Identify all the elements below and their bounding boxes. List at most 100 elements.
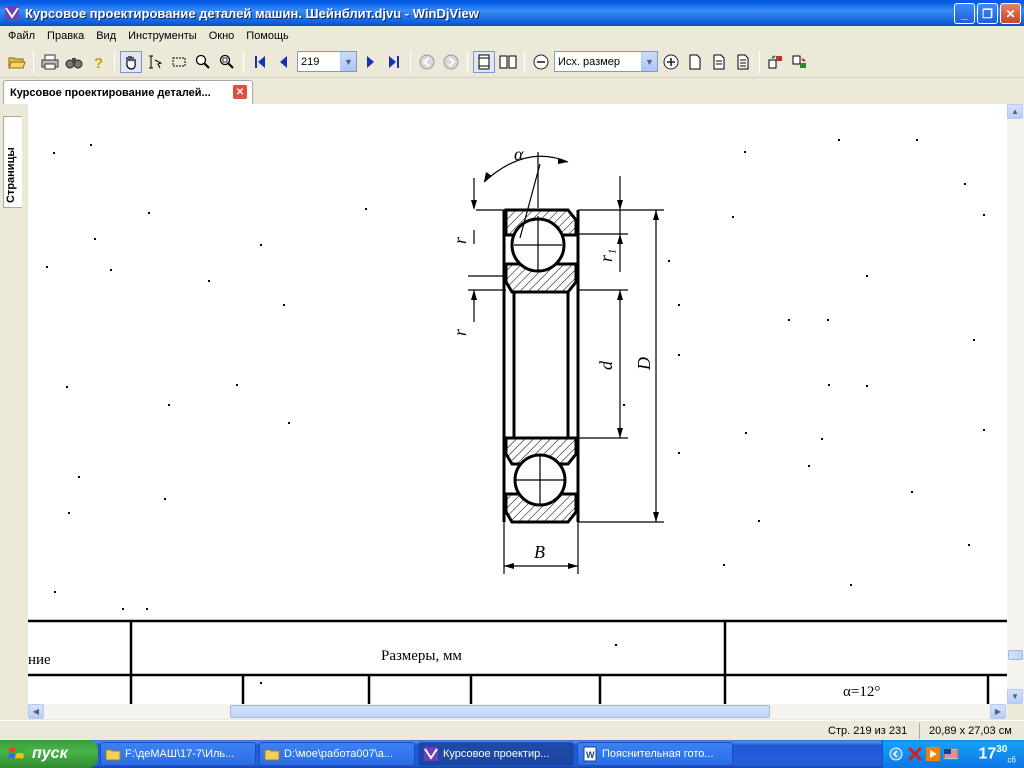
alpha-label: α: [514, 144, 524, 164]
prev-page-icon[interactable]: [273, 51, 295, 73]
menu-help[interactable]: Помощь: [240, 30, 295, 42]
last-page-icon[interactable]: [383, 51, 405, 73]
open-folder-icon[interactable]: [6, 51, 28, 73]
menu-view[interactable]: Вид: [90, 30, 122, 42]
taskbar-item-label: F:\деМАШ\17-7\Иль...: [125, 748, 235, 760]
windjview-app-icon: [5, 6, 19, 20]
actual-size-icon[interactable]: [732, 51, 754, 73]
page-number-value[interactable]: 219: [298, 56, 340, 68]
table-col-sizes: Размеры, мм: [381, 648, 462, 664]
horizontal-scroll-thumb[interactable]: [230, 705, 770, 718]
side-panel: Страницы: [0, 104, 28, 719]
folder-icon: [264, 749, 280, 761]
first-page-icon[interactable]: [249, 51, 271, 73]
clock-hour: 17: [978, 745, 997, 763]
fit-width-icon[interactable]: [708, 51, 730, 73]
taskbar-item-word[interactable]: W Пояснительная гото...: [577, 742, 733, 766]
chevron-down-icon[interactable]: ▼: [641, 52, 657, 71]
tray-arrow-icon[interactable]: [889, 746, 903, 762]
start-label: пуск: [32, 745, 68, 762]
windjview-app-icon: [424, 747, 438, 761]
start-button[interactable]: пуск: [0, 740, 98, 768]
menu-window[interactable]: Окно: [203, 30, 241, 42]
r-label-bottom: r: [450, 328, 470, 336]
title-bar: Курсовое проектирование деталей машин. Ш…: [0, 0, 1024, 26]
svg-text:?: ?: [94, 55, 103, 70]
back-icon[interactable]: [416, 51, 438, 73]
vertical-scroll-thumb[interactable]: [1008, 650, 1023, 660]
find-binoculars-icon[interactable]: [63, 51, 85, 73]
clock[interactable]: 1730сб: [978, 744, 1016, 765]
toolbar-separator: [114, 50, 115, 73]
toolbar-separator: [410, 50, 411, 73]
taskbar-item-explorer-1[interactable]: F:\деМАШ\17-7\Иль...: [100, 742, 256, 766]
scroll-down-icon[interactable]: ▼: [1007, 689, 1023, 704]
forward-icon[interactable]: [440, 51, 462, 73]
zoom-out-icon[interactable]: [530, 51, 552, 73]
select-rect-icon[interactable]: [168, 51, 190, 73]
taskbar-item-windjview[interactable]: Курсовое проектир...: [418, 742, 574, 766]
scroll-right-icon[interactable]: ▶: [990, 704, 1006, 719]
word-document-icon: W: [583, 746, 597, 762]
hand-tool-icon[interactable]: [120, 50, 142, 73]
minimize-button[interactable]: _: [954, 3, 975, 24]
bearing-section: [502, 208, 580, 524]
D-label: D: [634, 357, 654, 371]
d-label: d: [596, 360, 616, 370]
fit-page-icon[interactable]: [684, 51, 706, 73]
toolbar: ? 219 ▼ Исх. размер ▼: [0, 46, 1024, 78]
zoom-value[interactable]: Исх. размер: [555, 56, 641, 68]
two-page-icon[interactable]: [497, 51, 519, 73]
table-alpha-value: α=12°: [843, 684, 880, 700]
antivirus-icon[interactable]: [907, 746, 923, 762]
windows-logo-icon: [8, 747, 25, 759]
rotate-left-icon[interactable]: [765, 51, 787, 73]
select-text-icon[interactable]: [144, 51, 166, 73]
vertical-scrollbar[interactable]: ▲ ▼: [1007, 104, 1024, 704]
close-tab-icon[interactable]: ✕: [233, 85, 247, 99]
menu-edit[interactable]: Правка: [41, 30, 90, 42]
taskbar-item-explorer-2[interactable]: D:\мое\работа007\а...: [259, 742, 415, 766]
clock-minutes: 30: [996, 744, 1008, 755]
toolbar-separator: [33, 50, 34, 73]
media-player-icon[interactable]: [925, 746, 941, 762]
rotate-right-icon[interactable]: [789, 51, 811, 73]
zoom-combo[interactable]: Исх. размер ▼: [554, 51, 658, 72]
r-label-top: r: [450, 236, 470, 244]
maximize-button[interactable]: ❐: [977, 3, 998, 24]
language-flag-icon[interactable]: [943, 746, 959, 762]
chevron-down-icon[interactable]: ▼: [340, 52, 356, 71]
status-page-info: Стр. 219 из 231: [828, 725, 908, 737]
bearing-drawing: α r r r₁ d D B ние Размеры, мм α=12°: [28, 139, 1008, 704]
menu-tools[interactable]: Инструменты: [122, 30, 203, 42]
document-tab[interactable]: Курсовое проектирование деталей... ✕: [3, 80, 253, 104]
r1-label: r₁: [596, 249, 616, 262]
next-page-icon[interactable]: [359, 51, 381, 73]
zoom-icon[interactable]: [192, 51, 214, 73]
svg-text:W: W: [586, 750, 595, 760]
taskbar-item-label: D:\мое\работа007\а...: [284, 748, 394, 760]
document-tab-label: Курсовое проектирование деталей...: [10, 86, 211, 99]
help-question-icon[interactable]: ?: [87, 51, 109, 73]
status-divider: [919, 723, 920, 739]
document-view[interactable]: α r r r₁ d D B ние Размеры, мм α=12°: [28, 104, 1008, 704]
print-icon[interactable]: [39, 51, 61, 73]
pages-panel-tab[interactable]: Страницы: [3, 116, 22, 208]
toolbar-separator: [467, 50, 468, 73]
scroll-left-icon[interactable]: ◀: [28, 704, 44, 719]
zoom-in-icon[interactable]: [660, 51, 682, 73]
menu-file[interactable]: Файл: [2, 30, 41, 42]
window-title: Курсовое проектирование деталей машин. Ш…: [25, 5, 479, 21]
table-col-name: ние: [28, 652, 51, 668]
horizontal-scrollbar[interactable]: ◀ ▶: [28, 704, 1007, 719]
scroll-up-icon[interactable]: ▲: [1007, 104, 1023, 119]
close-window-button[interactable]: ✕: [1000, 3, 1021, 24]
page-number-combo[interactable]: 219 ▼: [297, 51, 357, 72]
toolbar-separator: [524, 50, 525, 73]
pages-panel-label: Страницы: [5, 147, 17, 203]
taskbar: пуск F:\деМАШ\17-7\Иль... D:\мое\работа0…: [0, 740, 1024, 768]
document-tab-bar: Курсовое проектирование деталей... ✕: [0, 79, 1024, 104]
single-page-icon[interactable]: [473, 50, 495, 73]
taskbar-item-label: Пояснительная гото...: [602, 748, 714, 760]
zoom-rect-icon[interactable]: [216, 51, 238, 73]
